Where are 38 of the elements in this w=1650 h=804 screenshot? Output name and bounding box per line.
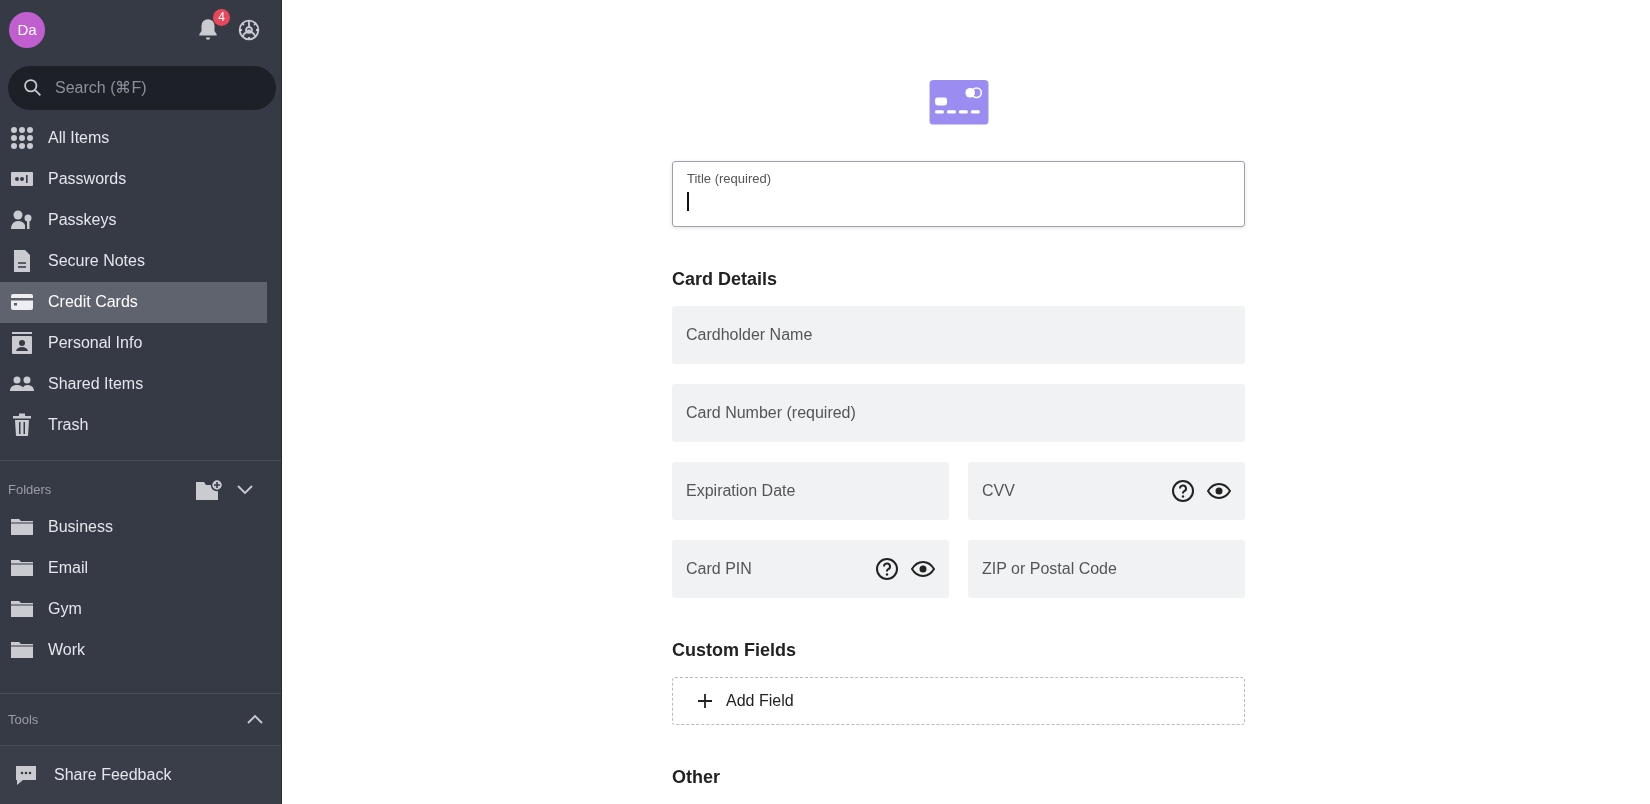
section-heading: Card Details <box>672 268 779 290</box>
input-field[interactable]: Cardholder Name <box>672 305 1245 364</box>
chevron-down-icon[interactable] <box>237 484 253 495</box>
trash-icon <box>10 413 34 438</box>
grid-icon <box>10 126 34 151</box>
sidebar-item[interactable]: Secure Notes <box>0 240 267 282</box>
folder-item[interactable]: Email <box>0 547 267 589</box>
add-field-button[interactable]: Add Field <box>672 676 1245 725</box>
sidebar-item[interactable]: Passwords <box>0 158 267 200</box>
input-field[interactable]: ZIP or Postal Code <box>968 539 1245 598</box>
section-heading: Custom Fields <box>672 639 797 661</box>
folder-item[interactable]: Work <box>0 629 267 671</box>
chevron-up-icon[interactable] <box>247 714 263 725</box>
sidebar-item[interactable]: Shared Items <box>0 363 267 405</box>
search-field[interactable]: Search (⌘F) <box>8 65 276 110</box>
title-field[interactable]: Title (required) <box>672 160 1245 227</box>
input-field[interactable]: Expiration Date <box>672 461 949 520</box>
add-folder-icon[interactable] <box>195 478 223 501</box>
section-heading: Other <box>672 767 721 788</box>
help-icon[interactable] <box>1171 478 1195 503</box>
folder-item[interactable]: Business <box>0 506 267 548</box>
plus-icon <box>698 693 712 708</box>
avatar[interactable]: Da <box>9 11 45 48</box>
folder-item[interactable]: Gym <box>0 588 267 630</box>
sidebar-item[interactable]: Credit Cards <box>0 281 267 323</box>
section-heading: Folders <box>8 482 52 498</box>
input-field[interactable]: Card PIN <box>672 539 949 598</box>
share-feedback-button[interactable]: Share Feedback <box>0 744 281 804</box>
notification-badge: 4 <box>213 8 230 26</box>
sidebar-item[interactable]: All Items <box>0 117 267 159</box>
help-icon[interactable] <box>875 556 899 581</box>
sidebar-item[interactable]: Trash <box>0 404 267 446</box>
section-heading: Tools <box>8 711 39 727</box>
id-card-icon <box>10 331 34 356</box>
input-field[interactable]: CVV <box>968 461 1245 520</box>
input-field[interactable]: Card Number (required) <box>672 383 1245 442</box>
sidebar-item[interactable]: Personal Info <box>0 322 267 364</box>
sidebar-item[interactable]: Passkeys <box>0 199 267 241</box>
